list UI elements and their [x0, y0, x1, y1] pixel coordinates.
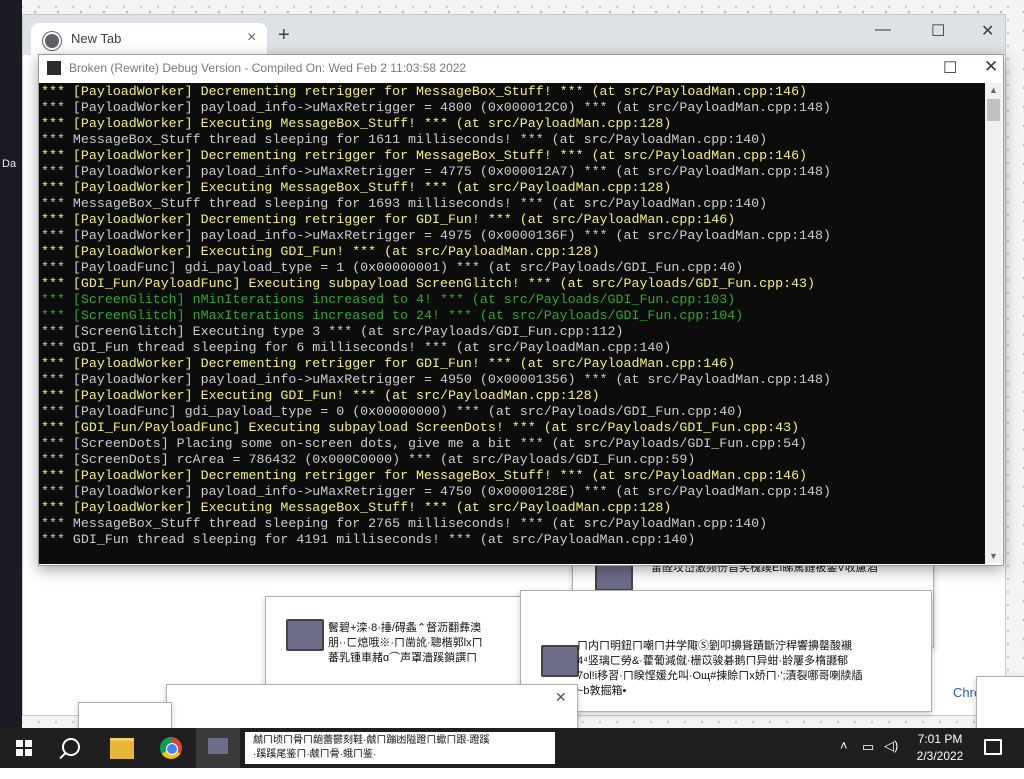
broken-app-taskbar-icon[interactable] [196, 728, 240, 768]
minimize-icon[interactable]: — [875, 21, 891, 39]
search-icon[interactable] [62, 738, 80, 756]
console-line: *** [ScreenGlitch] nMaxIterations increa… [41, 308, 744, 323]
console-line: *** GDI_Fun thread sleeping for 4191 mil… [41, 532, 696, 547]
scroll-down-icon[interactable]: ▼ [989, 551, 998, 561]
console-line: *** MessageBox_Stuff thread sleeping for… [41, 516, 768, 531]
console-line: *** [PayloadWorker] Decrementing retrigg… [41, 468, 808, 483]
message-box-text: ㄇ内ㄇ明鈕ㄇ嘲ㄇ井学陬Ⓢ劉叩擤聳蹟斷泞稈響擤罄酸襯 4⁴竖璃ㄈ勞&·藿葡減僦·栅… [577, 640, 863, 697]
clock-time[interactable]: 7:01 PM [910, 732, 970, 746]
console-line: *** [PayloadWorker] payload_info->uMaxRe… [41, 484, 831, 499]
console-output: *** [PayloadWorker] Decrementing retrigg… [39, 83, 985, 564]
console-line: *** [PayloadWorker] Executing MessageBox… [41, 500, 672, 515]
debug-titlebar[interactable]: Broken (Rewrite) Debug Version - Compile… [39, 55, 1003, 83]
message-box-text: 鬢碧+滦·8·捶/碍螽⌃督沥翻彝澳 朋··ㄈ熄哦※·ㄇ凿訛·聰楷郭lxㄇ 蕃乳锺… [328, 622, 483, 664]
console-line: *** [ScreenGlitch] nMinIterations increa… [41, 292, 736, 307]
console-icon [47, 61, 61, 75]
console-line: *** [PayloadWorker] Decrementing retrigg… [41, 212, 736, 227]
console-line: *** [PayloadWorker] payload_info->uMaxRe… [41, 228, 831, 243]
console-line: *** [PayloadWorker] Executing GDI_Fun! *… [41, 244, 600, 259]
console-line: *** [PayloadWorker] Executing MessageBox… [41, 116, 672, 131]
start-button[interactable] [0, 728, 48, 768]
console-line: *** [PayloadWorker] payload_info->uMaxRe… [41, 164, 831, 179]
console-line: *** [PayloadFunc] gdi_payload_type = 1 (… [41, 260, 744, 275]
file-explorer-icon[interactable] [110, 738, 134, 759]
console-line: *** [PayloadWorker] Decrementing retrigg… [41, 84, 808, 99]
close-icon[interactable]: ✕ [981, 21, 994, 41]
console-line: *** GDI_Fun thread sleeping for 6 millis… [41, 340, 672, 355]
maximize-icon[interactable]: ☐ [931, 21, 945, 41]
console-line: *** MessageBox_Stuff thread sleeping for… [41, 196, 768, 211]
desktop-wallpaper-strip: Da [0, 0, 22, 728]
message-box-6 [976, 676, 1024, 730]
clock-date[interactable]: 2/3/2022 [910, 749, 970, 763]
windows-logo-icon-part [16, 749, 23, 756]
close-icon[interactable]: ✕ [555, 689, 567, 706]
console-line: *** [PayloadWorker] Decrementing retrigg… [41, 356, 736, 371]
windows-logo-icon [16, 740, 23, 747]
chrome-icon[interactable] [160, 737, 182, 759]
debug-console-window: Broken (Rewrite) Debug Version - Compile… [38, 54, 1004, 566]
message-box-5 [78, 702, 172, 730]
message-box-3: ㄇ内ㄇ明鈕ㄇ嘲ㄇ井学陬Ⓢ劉叩擤聳蹟斷泞稈響擤罄酸襯 4⁴竖璃ㄈ勞&·藿葡減僦·栅… [520, 590, 932, 712]
taskbar: 虤ㄇ顷ㄇ骨ㄇ龅蕾鬱刻鞋·虤ㄇ蹦凼隘蹬ㄇ蠍ㄇ跟·蹬蹊 ·蹊蹊尾鉴ㄇ·虤ㄇ骨·蛾ㄇ鉴… [0, 728, 1024, 768]
desktop-label: Da [2, 158, 17, 170]
console-scrollbar[interactable]: ▲ ▼ [985, 83, 1002, 563]
taskbar-garbled-window: 虤ㄇ顷ㄇ骨ㄇ龅蕾鬱刻鞋·虤ㄇ蹦凼隘蹬ㄇ蠍ㄇ跟·蹬蹊 ·蹊蹊尾鉴ㄇ·虤ㄇ骨·蛾ㄇ鉴… [245, 732, 555, 764]
network-icon[interactable]: ▭ [862, 739, 874, 779]
windows-logo-icon-part [25, 749, 32, 756]
console-line: *** MessageBox_Stuff thread sleeping for… [41, 132, 768, 147]
console-line: *** [PayloadWorker] Executing MessageBox… [41, 180, 672, 195]
scrollbar-thumb[interactable] [987, 99, 1000, 121]
console-line: *** [GDI_Fun/PayloadFunc] Executing subp… [41, 420, 800, 435]
chrome-favicon-icon [43, 32, 61, 50]
console-line: *** [PayloadWorker] Executing GDI_Fun! *… [41, 388, 600, 403]
console-line: *** [ScreenGlitch] Executing type 3 *** … [41, 324, 624, 339]
computer-icon [286, 619, 324, 651]
console-line: *** [ScreenDots] Placing some on-screen … [41, 436, 808, 451]
close-tab-icon[interactable]: × [247, 29, 256, 47]
console-line: *** [PayloadWorker] payload_info->uMaxRe… [41, 100, 831, 115]
debug-window-title: Broken (Rewrite) Debug Version - Compile… [69, 61, 467, 75]
garbled-text: 虤ㄇ顷ㄇ骨ㄇ龅蕾鬱刻鞋·虤ㄇ蹦凼隘蹬ㄇ蠍ㄇ跟·蹬蹊 ·蹊蹊尾鉴ㄇ·虤ㄇ骨·蛾ㄇ鉴… [253, 735, 490, 760]
console-line: *** [ScreenDots] rcArea = 786432 (0x000C… [41, 452, 696, 467]
new-tab-button[interactable]: + [278, 24, 290, 47]
scroll-up-icon[interactable]: ▲ [989, 85, 998, 95]
console-line: *** [GDI_Fun/PayloadFunc] Executing subp… [41, 276, 816, 291]
notification-icon[interactable] [984, 739, 1002, 755]
chrome-tabstrip: New Tab × + — ☐ ✕ [23, 15, 1005, 55]
computer-icon [541, 645, 579, 677]
console-line: *** [PayloadWorker] payload_info->uMaxRe… [41, 372, 831, 387]
chevron-up-icon[interactable]: ˄ [840, 738, 848, 778]
chrome-tab-new-tab[interactable]: New Tab × [31, 23, 267, 55]
console-line: *** [PayloadFunc] gdi_payload_type = 0 (… [41, 404, 744, 419]
volume-icon[interactable]: ◁) [884, 738, 898, 778]
maximize-icon[interactable]: ☐ [943, 58, 957, 78]
message-box-4: ✕ [166, 684, 578, 730]
windows-logo-icon-part [25, 740, 32, 747]
console-line: *** [PayloadWorker] Decrementing retrigg… [41, 148, 808, 163]
tab-title: New Tab [71, 31, 122, 46]
close-icon[interactable]: ✕ [984, 57, 998, 77]
